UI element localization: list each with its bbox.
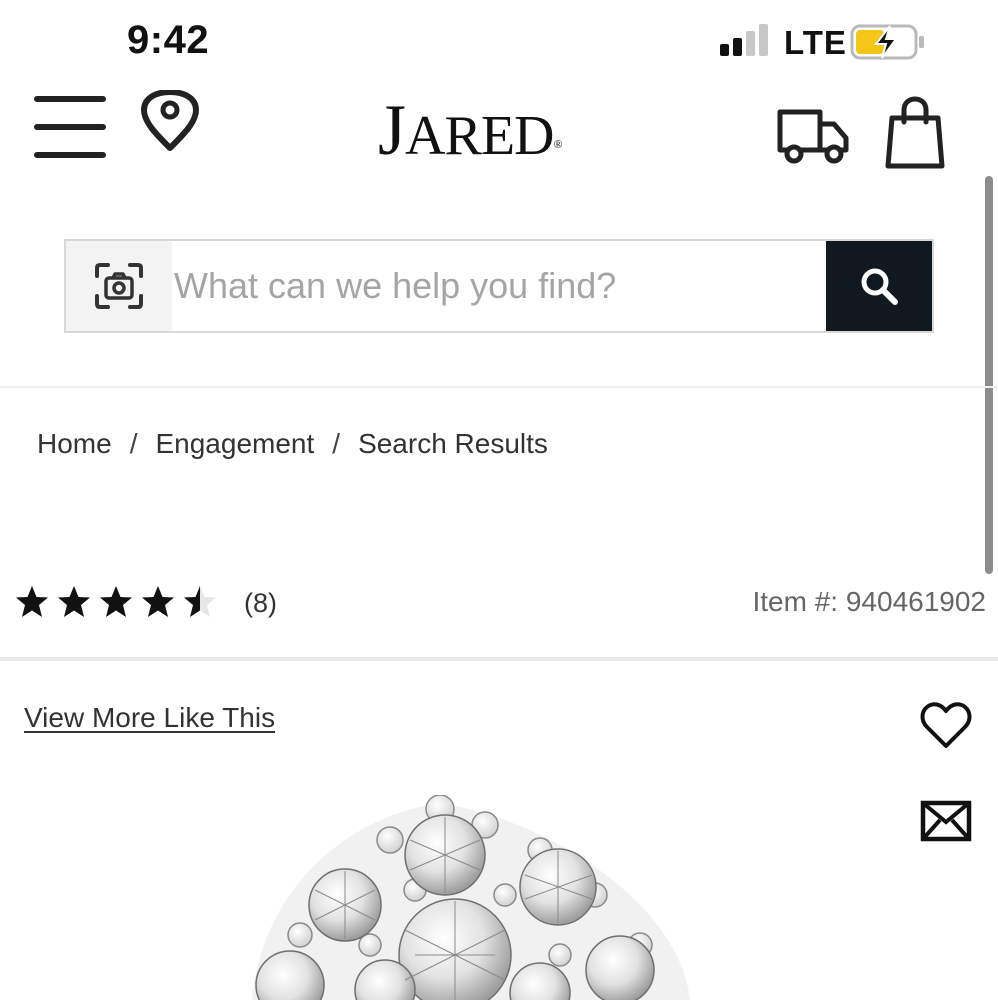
logo-initial: J [378, 90, 406, 170]
network-type: LTE [784, 24, 847, 61]
star-icon [184, 586, 216, 617]
star-icon [142, 586, 174, 617]
registered-mark: ® [553, 137, 562, 151]
review-count[interactable]: (8) [244, 588, 277, 619]
location-pin-icon[interactable] [138, 90, 202, 152]
breadcrumb-home[interactable]: Home [37, 428, 112, 460]
search-button[interactable] [826, 241, 932, 331]
star-icon [16, 586, 48, 617]
camera-icon [95, 263, 143, 309]
shopping-bag-icon[interactable] [884, 96, 946, 172]
star-icon [100, 586, 132, 617]
header-divider [0, 386, 998, 388]
breadcrumb: Home / Engagement / Search Results [37, 428, 548, 460]
product-image[interactable] [240, 795, 700, 1000]
truck-icon[interactable] [776, 106, 850, 166]
jared-logo[interactable]: JARED® [378, 90, 563, 176]
view-more-like-this-link[interactable]: View More Like This [24, 702, 275, 734]
breadcrumb-current: Search Results [358, 428, 548, 459]
search-input[interactable] [172, 241, 828, 331]
breadcrumb-separator: / [332, 428, 341, 459]
logo-text: ARED [405, 105, 554, 167]
star-rating[interactable] [14, 584, 218, 624]
status-time: 9:42 [127, 18, 210, 62]
battery-charging-icon [850, 24, 924, 60]
signal-strength-icon [720, 24, 768, 56]
breadcrumb-engagement[interactable]: Engagement [155, 428, 314, 460]
visual-search-button[interactable] [66, 241, 172, 331]
search-icon [861, 268, 898, 305]
search-bar [64, 239, 934, 333]
section-divider [0, 657, 998, 661]
page-scrollbar[interactable] [985, 176, 993, 574]
star-icon [58, 586, 90, 617]
breadcrumb-separator: / [129, 428, 138, 459]
menu-icon[interactable] [34, 96, 106, 162]
item-number: Item #: 940461902 [752, 586, 986, 617]
envelope-icon[interactable] [920, 800, 972, 842]
heart-icon[interactable] [920, 702, 972, 750]
